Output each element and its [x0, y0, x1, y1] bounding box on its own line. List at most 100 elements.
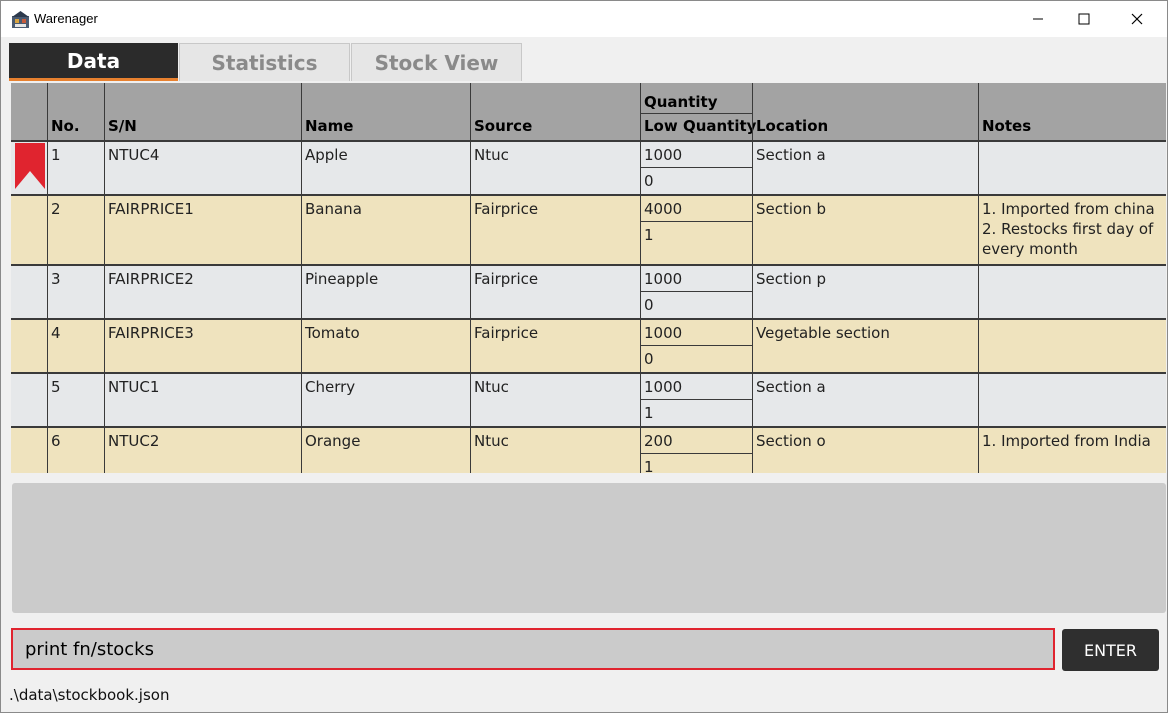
- source-value: Ntuc: [474, 432, 509, 450]
- tab-statistics[interactable]: Statistics: [179, 43, 350, 81]
- no-cell: 5: [47, 374, 104, 426]
- header-quantity-label: Quantity: [644, 93, 718, 111]
- sn-cell: FAIRPRICE3: [104, 320, 301, 372]
- quantity-cell: 200 1: [640, 428, 752, 473]
- low-quantity-value: 1: [644, 404, 654, 422]
- no-cell: 3: [47, 266, 104, 318]
- location-cell: Section p: [752, 266, 978, 318]
- table-row[interactable]: 5 NTUC1 Cherry Ntuc 1000 1 Section a: [11, 372, 1166, 426]
- low-quantity-value: 1: [644, 226, 654, 244]
- window-title: Warenager: [34, 11, 98, 26]
- command-input[interactable]: [13, 630, 1053, 668]
- location-value: Section a: [756, 146, 826, 164]
- warehouse-icon: [12, 11, 29, 28]
- quantity-value: 4000: [644, 200, 683, 218]
- maximize-icon: [1078, 13, 1090, 25]
- table-row[interactable]: 1 NTUC4 Apple Ntuc 1000 0 Section a: [11, 140, 1166, 194]
- table-row[interactable]: 6 NTUC2 Orange Ntuc 200 1 Section o 1. Imported…: [11, 426, 1166, 473]
- header-no[interactable]: No.: [47, 83, 104, 140]
- source-value: Ntuc: [474, 146, 509, 164]
- quantity-value: 1000: [644, 378, 683, 396]
- sn-cell: FAIRPRICE1: [104, 196, 301, 264]
- sn-value: NTUC4: [108, 146, 160, 164]
- tab-stock-view[interactable]: Stock View: [351, 43, 522, 81]
- name-value: Tomato: [305, 324, 360, 342]
- location-value: Section a: [756, 378, 826, 396]
- no-cell: 2: [47, 196, 104, 264]
- name-value: Cherry: [305, 378, 356, 396]
- status-bar-path: .\data\stockbook.json: [9, 686, 170, 704]
- header-sn[interactable]: S/N: [104, 83, 301, 140]
- name-cell: Banana: [301, 196, 470, 264]
- quantity-value: 1000: [644, 324, 683, 342]
- notes-cell: [978, 266, 1166, 318]
- result-display: [12, 483, 1166, 613]
- header-low-quantity-label: Low Quantity: [644, 117, 757, 135]
- sn-value: FAIRPRICE3: [108, 324, 194, 342]
- notes-cell: 1. Imported from India: [978, 428, 1166, 473]
- maximize-button[interactable]: [1061, 1, 1107, 37]
- source-cell: Fairprice: [470, 320, 640, 372]
- no-cell: 4: [47, 320, 104, 372]
- header-name[interactable]: Name: [301, 83, 470, 140]
- header-source[interactable]: Source: [470, 83, 640, 140]
- bookmark-cell: [11, 196, 47, 264]
- table-row[interactable]: 4 FAIRPRICE3 Tomato Fairprice 1000 0 Vegetable…: [11, 318, 1166, 372]
- header-quantity[interactable]: Quantity Low Quantity: [640, 83, 756, 140]
- stock-table[interactable]: No. S/N Name Source Quantity Low Quantit…: [11, 83, 1166, 473]
- name-value: Orange: [305, 432, 361, 450]
- source-value: Fairprice: [474, 200, 539, 218]
- notes-value: 1. Imported from china 2. Restocks first …: [982, 200, 1155, 258]
- low-quantity-value: 0: [644, 296, 654, 314]
- name-cell: Orange: [301, 428, 470, 473]
- quantity-cell: 1000 1: [640, 374, 752, 426]
- quantity-cell: 4000 1: [640, 196, 752, 264]
- low-quantity-value: 0: [644, 350, 654, 368]
- no-value: 3: [51, 270, 61, 288]
- name-cell: Cherry: [301, 374, 470, 426]
- close-button[interactable]: [1114, 1, 1160, 37]
- notes-cell: [978, 142, 1166, 194]
- sn-value: FAIRPRICE1: [108, 200, 194, 218]
- location-value: Section b: [756, 200, 827, 218]
- source-cell: Fairprice: [470, 266, 640, 318]
- quantity-cell: 1000 0: [640, 320, 752, 372]
- bookmark-icon: [15, 143, 45, 189]
- table-row[interactable]: 3 FAIRPRICE2 Pineapple Fairprice 1000 0 Sectio…: [11, 264, 1166, 318]
- notes-cell: [978, 374, 1166, 426]
- sn-cell: NTUC2: [104, 428, 301, 473]
- header-location[interactable]: Location: [752, 83, 978, 140]
- quantity-value: 1000: [644, 270, 683, 288]
- source-cell: Ntuc: [470, 374, 640, 426]
- tab-data[interactable]: Data: [9, 43, 178, 81]
- table-row[interactable]: 2 FAIRPRICE1 Banana Fairprice 4000 1 Section b…: [11, 194, 1166, 264]
- source-value: Fairprice: [474, 270, 539, 288]
- sn-cell: NTUC1: [104, 374, 301, 426]
- header-bookmark-col: [11, 83, 47, 140]
- name-value: Banana: [305, 200, 362, 218]
- location-cell: Section b: [752, 196, 978, 264]
- bookmark-cell: [11, 428, 47, 473]
- source-cell: Ntuc: [470, 142, 640, 194]
- source-cell: Fairprice: [470, 196, 640, 264]
- location-cell: Section o: [752, 428, 978, 473]
- header-notes[interactable]: Notes: [978, 83, 1166, 140]
- no-value: 2: [51, 200, 61, 218]
- bookmark-cell: [11, 142, 47, 194]
- notes-cell: 1. Imported from china 2. Restocks first …: [978, 196, 1166, 264]
- source-value: Ntuc: [474, 378, 509, 396]
- name-value: Apple: [305, 146, 348, 164]
- minimize-button[interactable]: [1015, 1, 1061, 37]
- quantity-value: 200: [644, 432, 673, 450]
- sn-cell: NTUC4: [104, 142, 301, 194]
- command-box[interactable]: [11, 628, 1055, 670]
- low-quantity-value: 1: [644, 458, 654, 473]
- quantity-cell: 1000 0: [640, 142, 752, 194]
- bookmark-cell: [11, 374, 47, 426]
- app-window: Warenager Data Statistics Stock View No.…: [0, 0, 1168, 713]
- enter-button[interactable]: ENTER: [1062, 629, 1159, 671]
- table-header: No. S/N Name Source Quantity Low Quantit…: [11, 83, 1166, 140]
- sn-cell: FAIRPRICE2: [104, 266, 301, 318]
- no-cell: 1: [47, 142, 104, 194]
- no-value: 6: [51, 432, 61, 450]
